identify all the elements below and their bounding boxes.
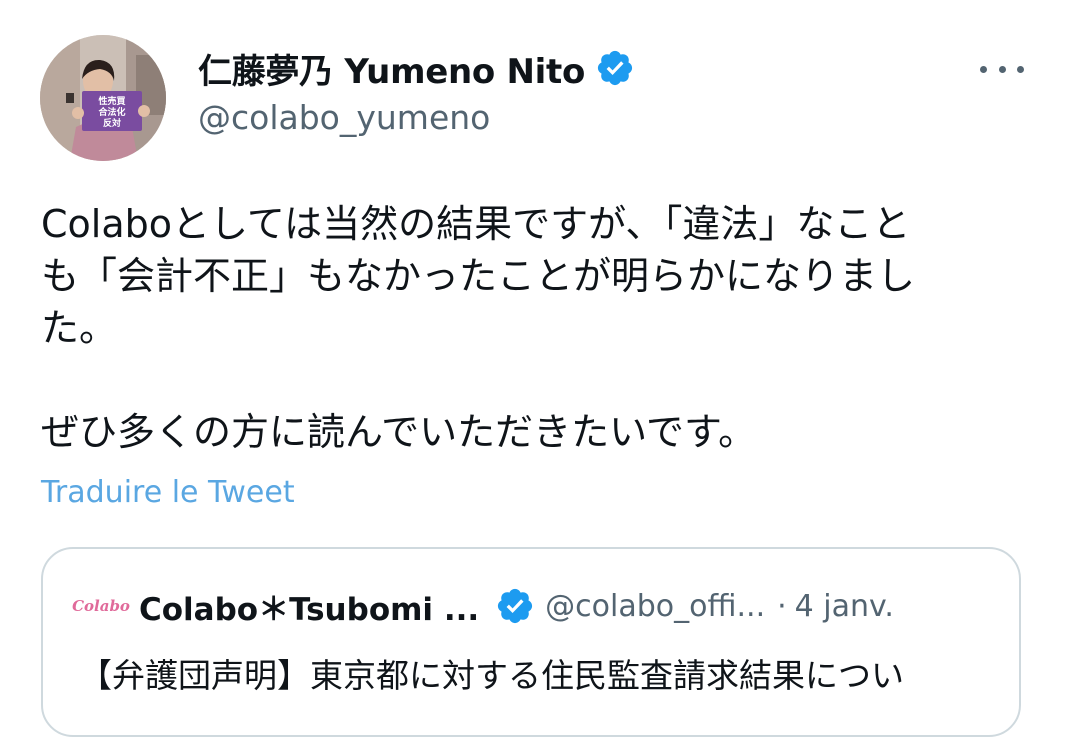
author-avatar[interactable]: 性売買 合法化 反対 — [40, 35, 166, 161]
author-name-row[interactable]: 仁藤夢乃 Yumeno Nito — [198, 44, 635, 92]
quoted-author-name: Colabo＊Tsubomi ... — [139, 591, 480, 628]
quoted-tweet-card[interactable]: Colabo Colabo＊Tsubomi ... @colabo_offi..… — [41, 547, 1021, 737]
svg-text:合法化: 合法化 — [98, 106, 125, 118]
tweet-text-line: ぜひ多くの方に読んでいただきたいです。 — [41, 410, 757, 454]
author-display-name[interactable]: 仁藤夢乃 Yumeno Nito — [198, 44, 585, 93]
more-dot — [980, 65, 987, 73]
quoted-author-handle: @colabo_offi... — [545, 588, 766, 624]
more-dot — [998, 65, 1006, 73]
more-dot — [1017, 65, 1024, 73]
tweet-text-line: た。 — [41, 306, 118, 350]
avatar-sign-text: 性売買 — [98, 95, 125, 107]
author-handle[interactable]: @colabo_yumeno — [198, 98, 490, 137]
quoted-separator: · — [777, 588, 787, 624]
quoted-tweet-header: Colabo Colabo＊Tsubomi ... @colabo_offi..… — [72, 583, 894, 629]
quoted-author-logo: Colabo — [72, 597, 130, 615]
svg-text:反対: 反対 — [103, 117, 121, 129]
more-horizontal-icon[interactable] — [980, 62, 1024, 76]
quoted-tweet-text: 【弁護団声明】東京都に対する住民監査請求結果につい — [79, 656, 904, 695]
verified-badge-icon — [498, 588, 533, 624]
verified-badge-icon[interactable] — [595, 48, 635, 88]
tweet-text: Colaboとしては当然の結果ですが、「違法」なこと も「会計不正」もなかったこ… — [41, 198, 1021, 458]
tweet-text-line: も「会計不正」もなかったことが明らかになりまし — [41, 254, 916, 298]
avatar-photo: 性売買 合法化 反対 — [40, 35, 166, 161]
tweet: 性売買 合法化 反対 仁藤夢乃 Yumeno Nito @colabo_yume… — [0, 0, 1065, 737]
translate-tweet-link[interactable]: Traduire le Tweet — [41, 475, 295, 510]
quoted-tweet-date: 4 janv. — [794, 588, 894, 624]
tweet-text-line: Colaboとしては当然の結果ですが、「違法」なこと — [41, 202, 911, 246]
